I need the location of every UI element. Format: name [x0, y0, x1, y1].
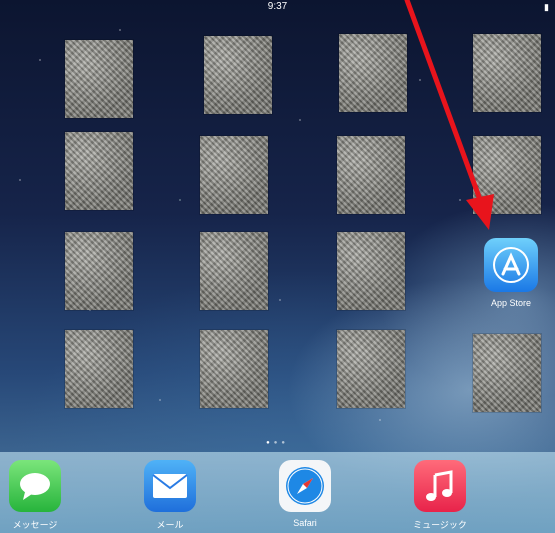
- redacted-app-icon[interactable]: [204, 36, 272, 114]
- dock-label-messages: メッセージ: [12, 520, 58, 530]
- redacted-app-icon[interactable]: [200, 330, 268, 408]
- dock-app-safari[interactable]: Safari: [270, 460, 340, 528]
- dock-label-music: ミュージック: [413, 520, 467, 530]
- redacted-app-icon[interactable]: [337, 330, 405, 408]
- page-indicator[interactable]: ●●●: [0, 440, 555, 446]
- safari-icon: [279, 460, 331, 512]
- status-bar: 9:37 ▮: [0, 0, 555, 14]
- music-icon: [414, 460, 466, 512]
- redacted-app-icon[interactable]: [337, 136, 405, 214]
- redacted-app-icon[interactable]: [473, 136, 541, 214]
- messages-icon: [9, 460, 61, 512]
- redacted-app-icon[interactable]: [337, 232, 405, 310]
- status-time: 9:37: [267, 1, 288, 12]
- page-dot-active: ●: [266, 440, 274, 446]
- dock-label-mail: メール: [156, 520, 184, 530]
- dock-app-music[interactable]: ミュージック: [405, 460, 475, 531]
- app-store-label: App Store: [490, 298, 532, 308]
- redacted-app-icon[interactable]: [65, 132, 133, 210]
- redacted-app-icon[interactable]: [65, 232, 133, 310]
- redacted-app-icon[interactable]: [339, 34, 407, 112]
- redacted-app-icon[interactable]: [65, 40, 133, 118]
- dock-app-mail[interactable]: メール: [135, 460, 205, 531]
- app-store-icon: [493, 247, 529, 283]
- redacted-app-icon[interactable]: [473, 34, 541, 112]
- page-dot: ●: [281, 440, 289, 446]
- redacted-app-icon[interactable]: [200, 232, 268, 310]
- app-store-app[interactable]: [484, 238, 538, 292]
- battery-icon: ▮: [544, 2, 549, 12]
- redacted-app-icon[interactable]: [65, 330, 133, 408]
- redacted-app-icon[interactable]: [473, 334, 541, 412]
- dock-app-messages[interactable]: メッセージ: [0, 460, 70, 531]
- mail-icon: [144, 460, 196, 512]
- redacted-app-icon[interactable]: [200, 136, 268, 214]
- dock-label-safari: Safari: [293, 518, 317, 528]
